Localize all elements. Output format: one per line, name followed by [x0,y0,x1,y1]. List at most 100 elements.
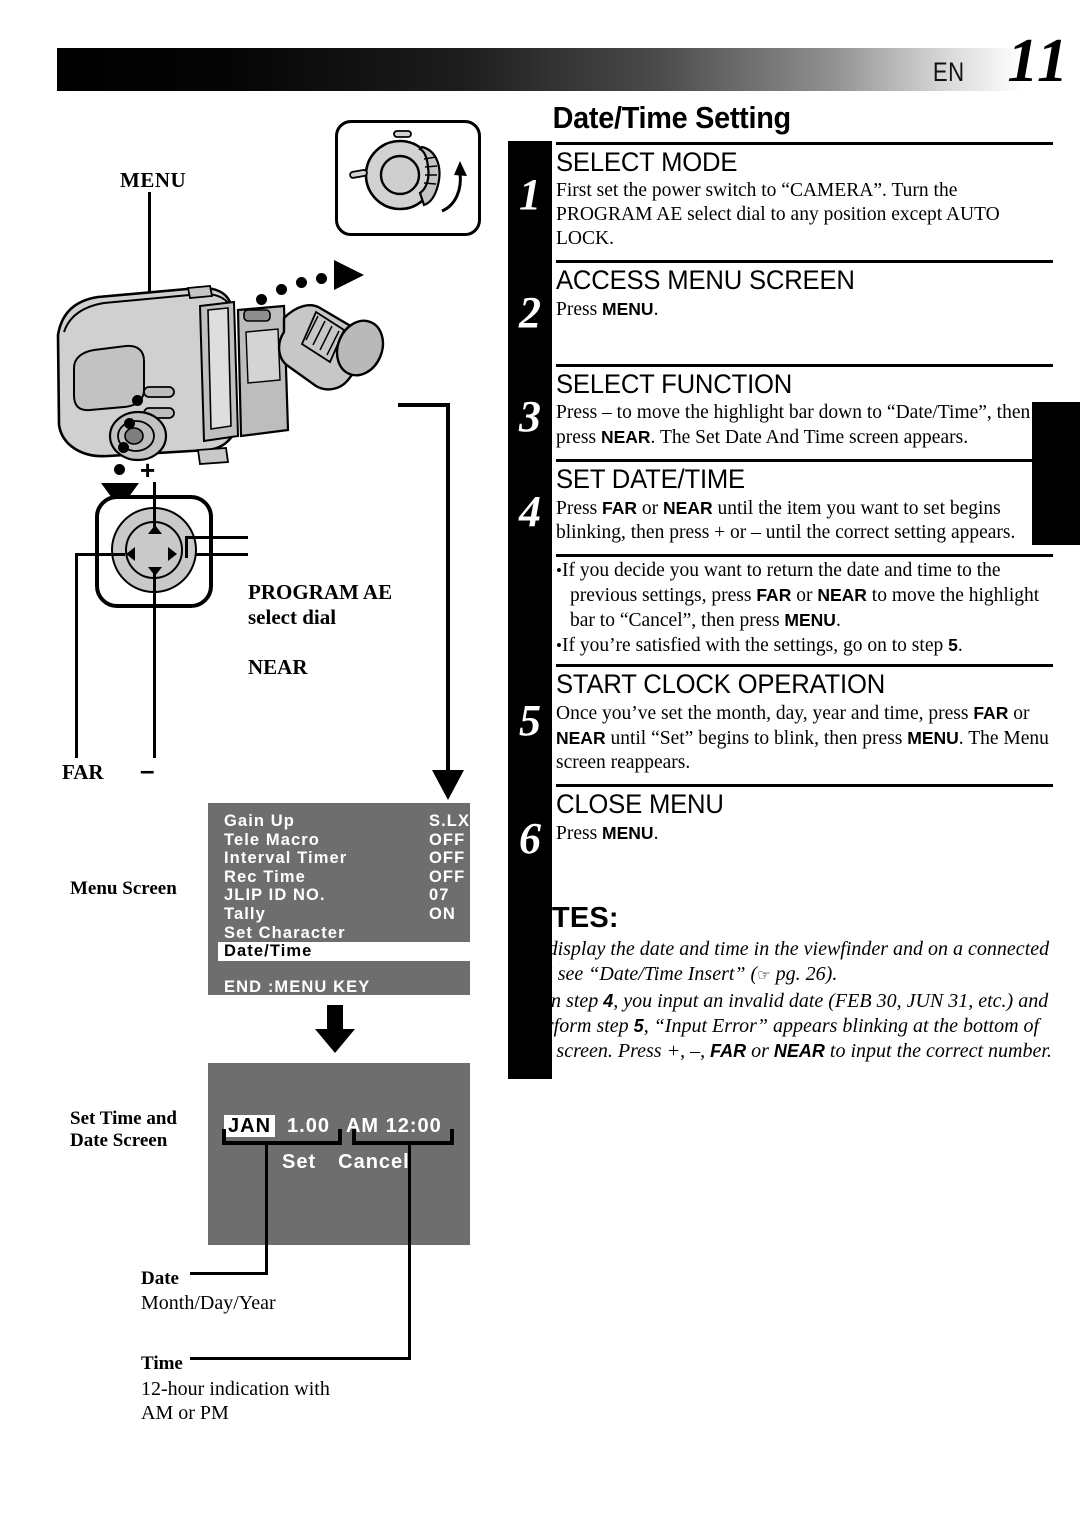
menu-row-name: JLIP ID NO. [224,886,326,905]
section-rule [556,459,1053,462]
date-group-bracket-right [338,1129,342,1145]
note-2-far: FAR [710,1041,747,1061]
menu-row-highlighted: Date/Time [218,942,470,961]
step-4-key-near: NEAR [663,498,713,518]
notes-list: ● To display the date and time in the vi… [508,937,1053,1064]
step-3-body-post: . The Set Date And Time screen appears. [650,427,969,448]
step-4-key-far: FAR [602,498,638,518]
menu-screen-osd: Gain Up S.LX Tele Macro OFF Interval Tim… [208,803,470,996]
menu-row-name: Interval Timer [224,849,348,868]
viewfinder-connector-arrowhead [432,770,464,800]
time-group-bracket-left [352,1129,356,1145]
step-6-body-key: MENU [602,823,654,843]
date-group-bracket-left [222,1129,226,1145]
step-2-body-post: . [653,299,659,320]
time-sublabel-line1: 12-hour indication with [141,1378,330,1400]
section-rule [556,664,1053,667]
step-3-heading: SELECT FUNCTION [556,369,793,399]
step-number-1: 1 [519,170,541,219]
pad-left-arrow-icon [126,547,135,561]
step-5-body-mid: or [1008,703,1030,724]
set-time-date-screen-caption: Set Time and Date Screen [70,1108,177,1153]
date-callout-sublabel: Month/Day/Year [141,1292,276,1314]
notes-heading: NOTES: [508,902,619,934]
note-2-d: or [746,1040,774,1062]
step-4-note-1: •If you decide you want to return the da… [556,559,1053,633]
program-ae-leader-line-h [185,536,248,539]
step-3-body: Press – to move the highlight bar down t… [556,401,1053,450]
viewfinder-connector-v [446,403,450,774]
menu-button-callout-label: MENU [120,168,187,192]
pointing-hand-icon: ☞ [757,967,771,984]
step-4-notes: •If you decide you want to return the da… [556,559,1053,658]
menu-row-name: Rec Time [224,867,306,886]
step-6-body-post: . [653,823,659,844]
s4n1-menu: MENU [784,610,836,630]
date-callout-line-h [190,1272,268,1275]
set-time-caption-line2: Date Screen [70,1130,168,1152]
menu-row-value: 07 [429,886,450,905]
near-button-label: NEAR [248,655,308,679]
note-2: ● If, in step 4, you input an invalid da… [508,989,1053,1064]
step-4-body: Press FAR or NEAR until the item you wan… [556,496,1053,545]
menu-row-name: Gain Up [224,812,295,830]
program-ae-dial-inset [335,120,481,236]
step-5-body-a: Once you’ve set the month, day, year and… [556,703,974,724]
step-number-6: 6 [519,814,541,863]
step-2-body: Press MENU. [556,297,1053,322]
step-2: 2 ACCESS MENU SCREEN Press MENU. [519,265,1053,364]
menu-row: Interval Timer OFF [224,849,464,868]
viewfinder-connector-h [398,403,450,407]
steps-list: 1 SELECT MODE First set the power switch… [519,142,1053,886]
step-number-column [508,141,552,1079]
pad-right-arrow-icon [168,547,177,561]
time-sublabel-line2: AM or PM [141,1402,229,1425]
menu-row: Rec Time OFF [224,867,464,887]
set-option-label[interactable]: Set [282,1151,316,1173]
note-2-e: to input the correct number. [824,1040,1052,1062]
step-6: 6 CLOSE MENU Press MENU. [519,789,1053,886]
section-rule [556,364,1053,367]
s4n2-step: 5 [948,635,958,655]
section-rule [556,142,1053,145]
date-callout-line-v [265,1145,268,1275]
step-6-body: Press MENU. [556,821,1053,846]
manual-page: EN 11 MENU + – FAR NEAR PROGRAM AE selec… [0,0,1080,1533]
step-4-note-2: •If you’re satisfied with the settings, … [556,633,1053,658]
time-callout-sublabel: 12-hour indication with AM or PM [141,1377,330,1426]
menu-row: Set Character [224,924,460,943]
month-field-highlighted: JAN [224,1115,276,1137]
set-time-caption-line1: Set Time and [70,1108,177,1129]
time-callout-line-v [408,1145,411,1360]
menu-row-name: Tele Macro [224,830,320,849]
date-time-values-row: JAN 1.00 AM 12:00 [224,1115,442,1138]
program-ae-leader-line-v [185,536,188,558]
time-callout-line-h [190,1357,411,1360]
control-pad-illustration [95,495,225,620]
section-rule [556,260,1053,263]
step-5-body-c: until “Set” begins to blink, then press [605,728,908,749]
far-button-label: FAR [62,760,104,784]
menu-row-value: OFF [429,849,466,868]
menu-row-name: Set Character [224,923,346,942]
menu-screen-item-list: Gain Up S.LX Tele Macro OFF Interval Tim… [218,812,470,996]
step-5-key-near: NEAR [556,728,606,748]
s4n2-a: If you’re satisfied with the settings, g… [561,635,949,656]
menu-row-name: Date/Time [224,942,313,961]
menu-screen-caption: Menu Screen [70,878,177,899]
step-3-body-key: NEAR [600,427,651,447]
cancel-option-label[interactable]: Cancel [338,1151,410,1173]
step-5-key-far: FAR [973,703,1009,723]
set-cancel-row: Set Cancel [282,1151,410,1174]
step-3: 3 SELECT FUNCTION Press – to move the hi… [519,369,1053,459]
step-2-body-key: MENU [602,299,654,319]
time-group-bracket-bottom [352,1141,454,1145]
minus-button-label: – [140,755,155,785]
step-6-body-pre: Press [556,823,603,844]
page-title: Date/Time Setting [552,100,792,135]
step-1-body: First set the power switch to “CAMERA”. … [556,180,1000,249]
date-callout-label: Date [141,1268,179,1289]
date-group-bracket-bottom [222,1141,342,1145]
note-2-near: NEAR [773,1041,825,1061]
s4n1-d: . [835,610,841,631]
